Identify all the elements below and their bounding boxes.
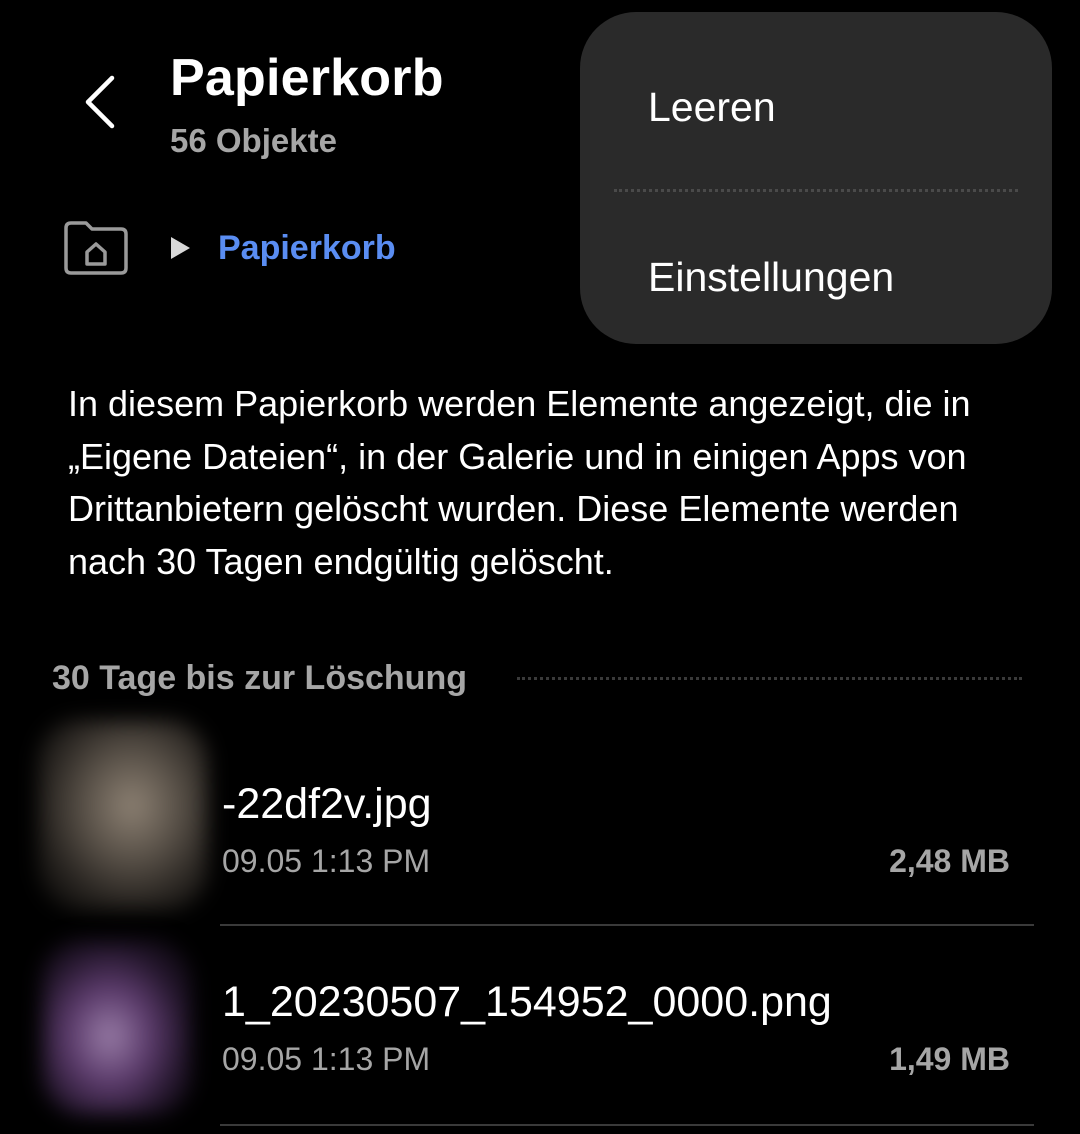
section-divider (517, 676, 1022, 680)
overflow-menu: Leeren Einstellungen (580, 12, 1052, 344)
section-header: 30 Tage bis zur Löschung (52, 656, 1022, 700)
breadcrumb: Papierkorb (60, 218, 396, 278)
file-size: 2,48 MB (889, 843, 1010, 879)
chevron-left-icon (85, 75, 115, 129)
back-button[interactable] (70, 62, 130, 142)
menu-divider (614, 189, 1018, 192)
breadcrumb-current[interactable]: Papierkorb (218, 229, 396, 268)
page-title: Papierkorb (170, 49, 444, 107)
row-divider (220, 924, 1034, 926)
home-folder-icon (64, 221, 128, 275)
trash-screen: Papierkorb 56 Objekte Papierkorb Leeren … (0, 0, 1080, 1134)
file-thumbnail (38, 720, 208, 910)
file-name: 1_20230507_154952_0000.png (222, 978, 832, 1026)
file-name: -22df2v.jpg (222, 780, 432, 828)
file-size: 1,49 MB (889, 1041, 1010, 1077)
menu-item-empty[interactable]: Leeren (648, 84, 776, 131)
row-divider (220, 1124, 1034, 1126)
menu-item-settings[interactable]: Einstellungen (648, 254, 894, 301)
trash-info-text: In diesem Papierkorb werden Elemente ang… (68, 383, 971, 582)
file-row[interactable]: 1_20230507_154952_0000.png 09.05 1:13 PM… (0, 930, 1080, 1126)
section-title: 30 Tage bis zur Löschung (52, 658, 467, 697)
triangle-right-icon (171, 237, 190, 259)
file-date: 09.05 1:13 PM (222, 843, 431, 879)
file-date: 09.05 1:13 PM (222, 1041, 431, 1077)
file-row[interactable]: -22df2v.jpg 09.05 1:13 PM 2,48 MB (0, 710, 1080, 926)
item-count: 56 Objekte (170, 122, 337, 159)
breadcrumb-home-button[interactable] (60, 218, 132, 278)
file-thumbnail (42, 940, 192, 1115)
